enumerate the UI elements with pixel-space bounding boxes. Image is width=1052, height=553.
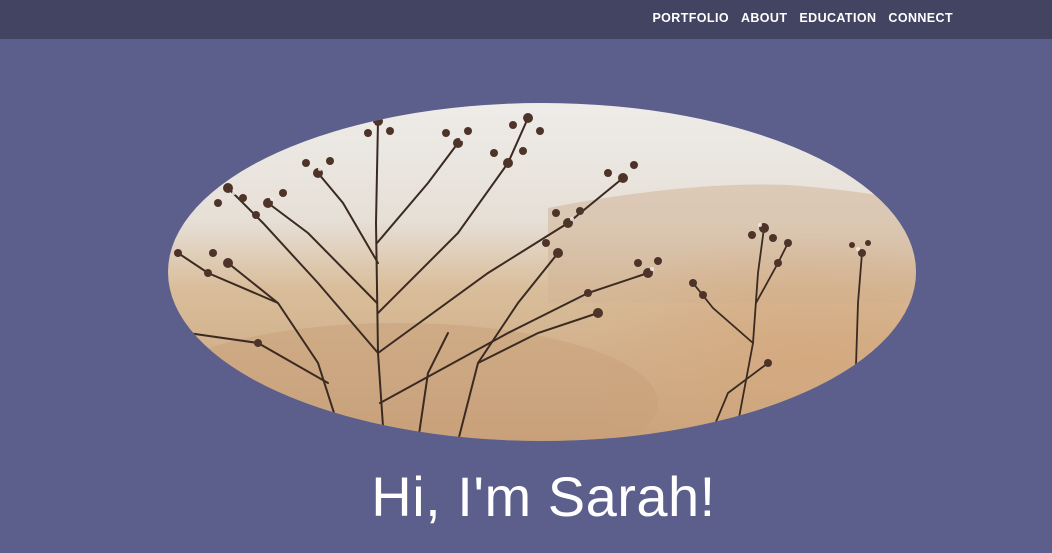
nav-link-education[interactable]: EDUCATION [799,11,876,25]
nav-link-about[interactable]: ABOUT [741,11,787,25]
hero-heading: Hi, I'm Sarah! [371,465,716,528]
nav-link-connect[interactable]: CONNECT [888,11,953,25]
top-navbar: PORTFOLIO ABOUT EDUCATION CONNECT [0,0,1052,39]
nav-menu: PORTFOLIO ABOUT EDUCATION CONNECT [652,11,953,25]
nav-link-portfolio[interactable]: PORTFOLIO [652,11,729,25]
hero-oval-photo [168,103,916,441]
dried-flowers-photo-icon [168,103,916,441]
